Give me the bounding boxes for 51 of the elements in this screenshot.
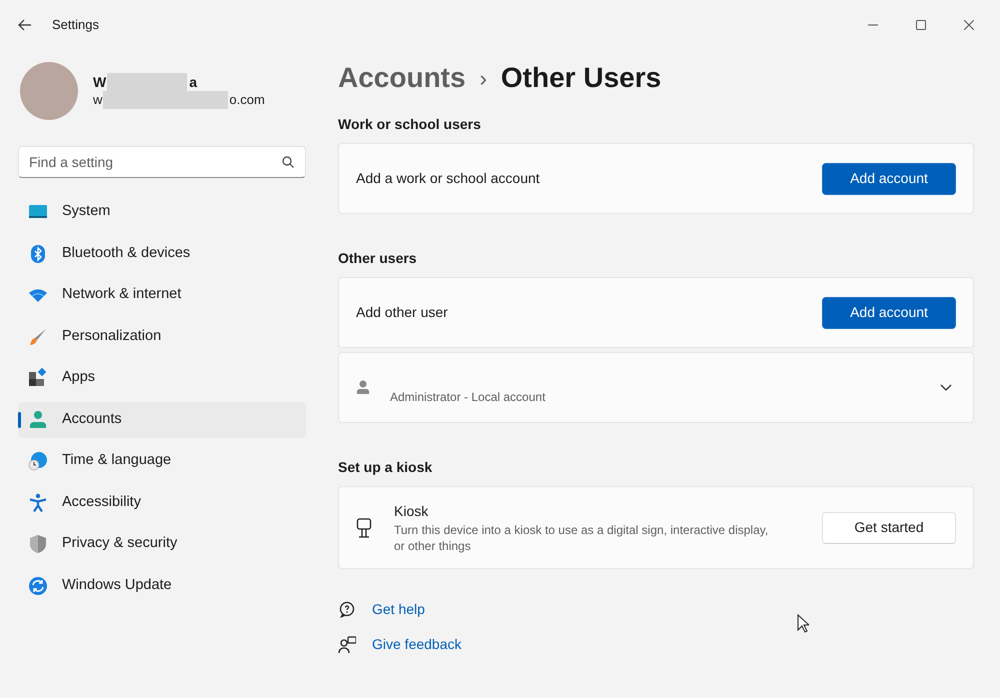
user-name: W — [93, 73, 106, 91]
clock-globe-icon — [28, 451, 48, 471]
sidebar-item[interactable]: Privacy & security — [18, 526, 306, 562]
user-email: w — [93, 91, 102, 109]
maximize-icon[interactable] — [916, 20, 926, 30]
sidebar-item[interactable]: Network & internet — [18, 277, 306, 313]
close-icon[interactable] — [964, 20, 974, 30]
bluetooth-icon — [28, 244, 48, 264]
settings-card[interactable]: Administrator - Local account — [338, 352, 974, 423]
mouse-pointer-icon — [797, 614, 809, 633]
shield-icon — [28, 534, 48, 554]
setting-label: Add a work or school account — [356, 169, 541, 188]
setting-label: Kiosk — [394, 502, 430, 521]
sidebar-item[interactable]: Windows Update — [18, 568, 306, 604]
back-arrow-icon[interactable] — [18, 19, 32, 31]
chevron-down-icon[interactable] — [940, 384, 952, 392]
page-title: Other Users — [500, 61, 662, 95]
breadcrumb-link[interactable]: Accounts — [338, 57, 466, 99]
setting-label: Add other user — [356, 303, 449, 322]
feedback-link[interactable]: Give feedback — [372, 634, 462, 655]
user-name: a — [189, 73, 198, 91]
section-heading: Set up a kiosk — [338, 458, 434, 477]
setting-description: Turn this device into a kiosk to use as a digital sign, interactive display, or other things — [394, 522, 770, 554]
add-account-button[interactable]: Add account — [822, 296, 956, 328]
account-subtitle: Administrator - Local account — [390, 388, 546, 406]
get-started-button[interactable]: Get started — [822, 512, 956, 544]
sidebar-item[interactable]: Apps — [18, 360, 306, 396]
accessibility-icon — [28, 492, 48, 512]
search-icon[interactable] — [282, 156, 294, 168]
sidebar-item[interactable]: Accessibility — [18, 484, 306, 520]
window-title: Settings — [52, 16, 99, 34]
sidebar-item[interactable]: System — [18, 194, 306, 230]
help-link[interactable]: Get help — [372, 599, 425, 620]
person-icon — [28, 410, 48, 430]
sidebar-item[interactable]: Bluetooth & devices — [18, 236, 306, 272]
breadcrumb-separator: › — [480, 64, 487, 92]
kiosk-icon — [356, 518, 372, 538]
person-icon — [356, 380, 370, 396]
sidebar-item[interactable]: Accounts — [18, 402, 306, 438]
add-account-button[interactable]: Add account — [822, 162, 956, 194]
user-email: o.com — [229, 91, 265, 109]
search-field[interactable]: Find a setting — [18, 146, 306, 178]
section-heading: Work or school users — [338, 115, 482, 134]
feedback-person-icon — [338, 636, 356, 654]
apps-icon — [28, 368, 48, 388]
help-chat-icon — [338, 600, 356, 618]
section-heading: Other users — [338, 249, 418, 268]
paintbrush-icon — [28, 326, 48, 346]
sync-icon — [28, 576, 48, 596]
sidebar-item[interactable]: Time & language — [18, 443, 306, 479]
sidebar-item[interactable]: Personalization — [18, 318, 306, 354]
